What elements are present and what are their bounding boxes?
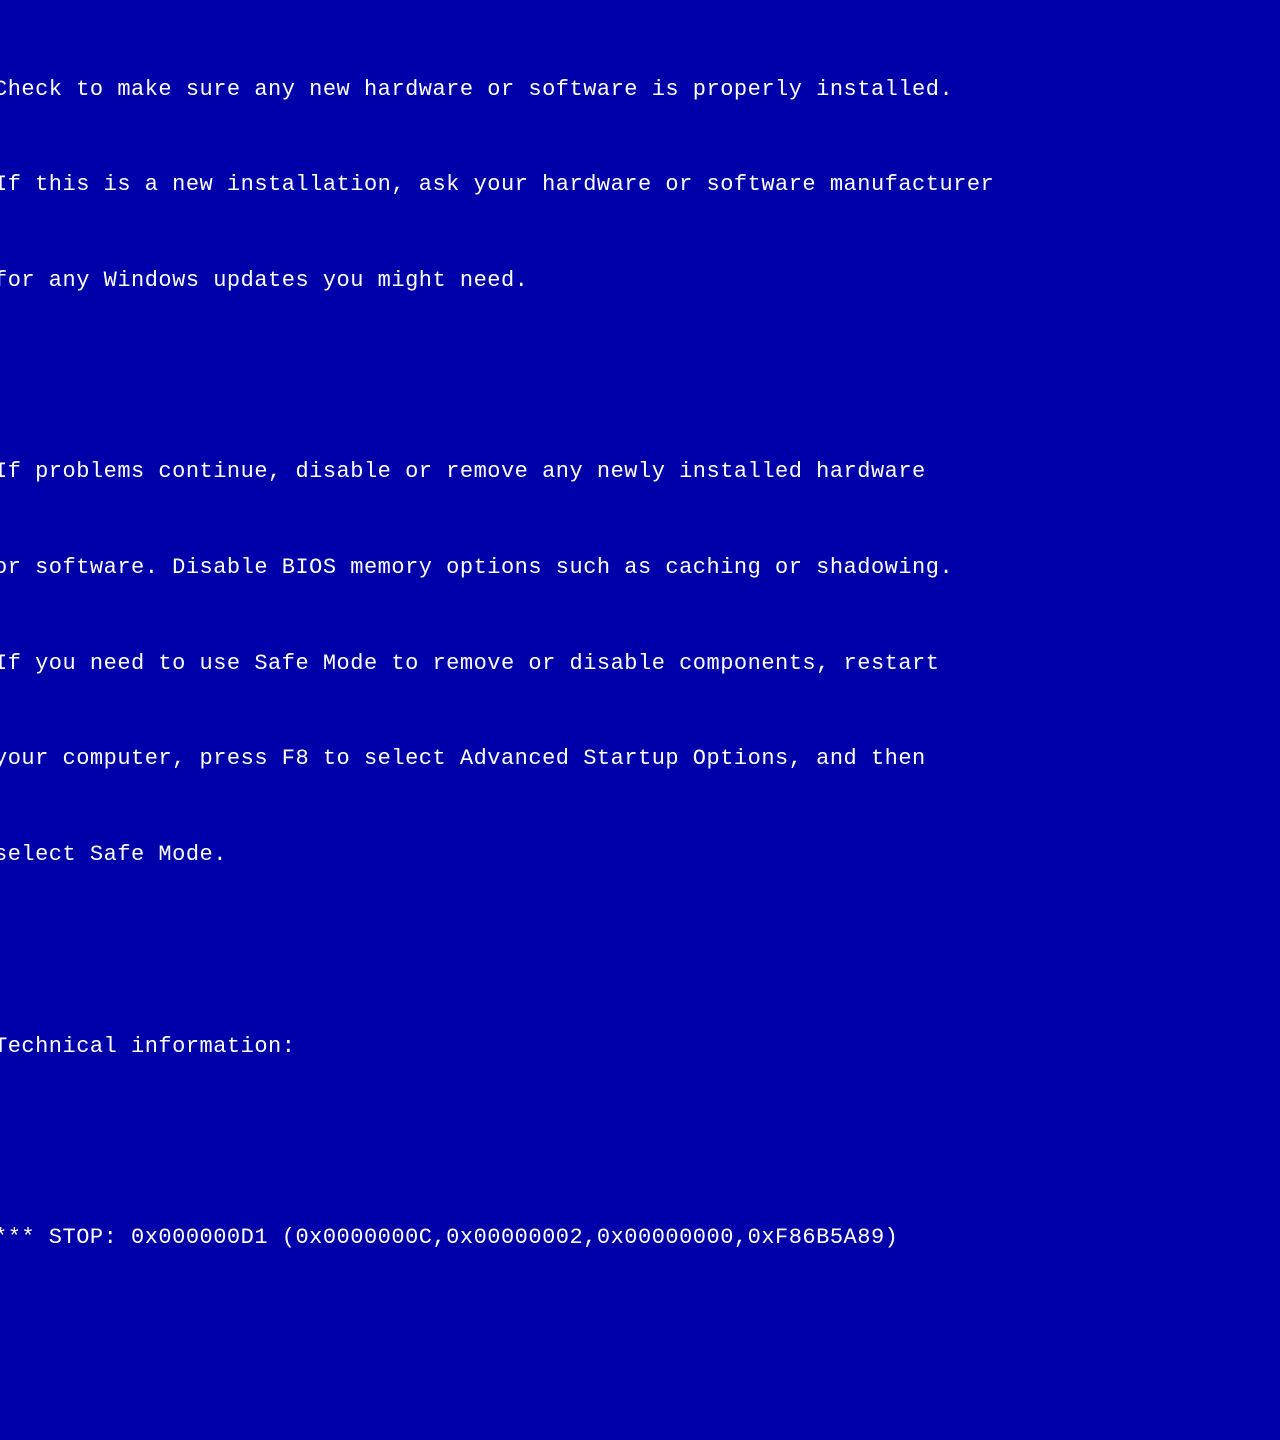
bsod-line-instructions-5: or software. Disable BIOS memory options… (0, 552, 1280, 584)
bsod-line-instructions-6: If you need to use Safe Mode to remove o… (0, 648, 1280, 680)
bsod-blank-line (0, 1413, 1280, 1440)
bsod-blank-line (0, 1126, 1280, 1158)
bsod-line-instructions-8: select Safe Mode. (0, 839, 1280, 871)
bsod-line-instructions-7: your computer, press F8 to select Advanc… (0, 743, 1280, 775)
bsod-blank-line (0, 935, 1280, 967)
bsod-blank-line (0, 361, 1280, 393)
bsod-blank-line (0, 1318, 1280, 1350)
bsod-stop-code-line: *** STOP: 0x000000D1 (0x0000000C,0x00000… (0, 1222, 1280, 1254)
bsod-line-instructions-4: If problems continue, disable or remove … (0, 456, 1280, 488)
bsod-screen: Check to make sure any new hardware or s… (0, 10, 1280, 720)
bsod-technical-info-header: Technical information: (0, 1031, 1280, 1063)
bsod-line-instructions-2: If this is a new installation, ask your … (0, 169, 1280, 201)
bsod-line-instructions-1: Check to make sure any new hardware or s… (0, 74, 1280, 106)
bsod-line-instructions-3: for any Windows updates you might need. (0, 265, 1280, 297)
